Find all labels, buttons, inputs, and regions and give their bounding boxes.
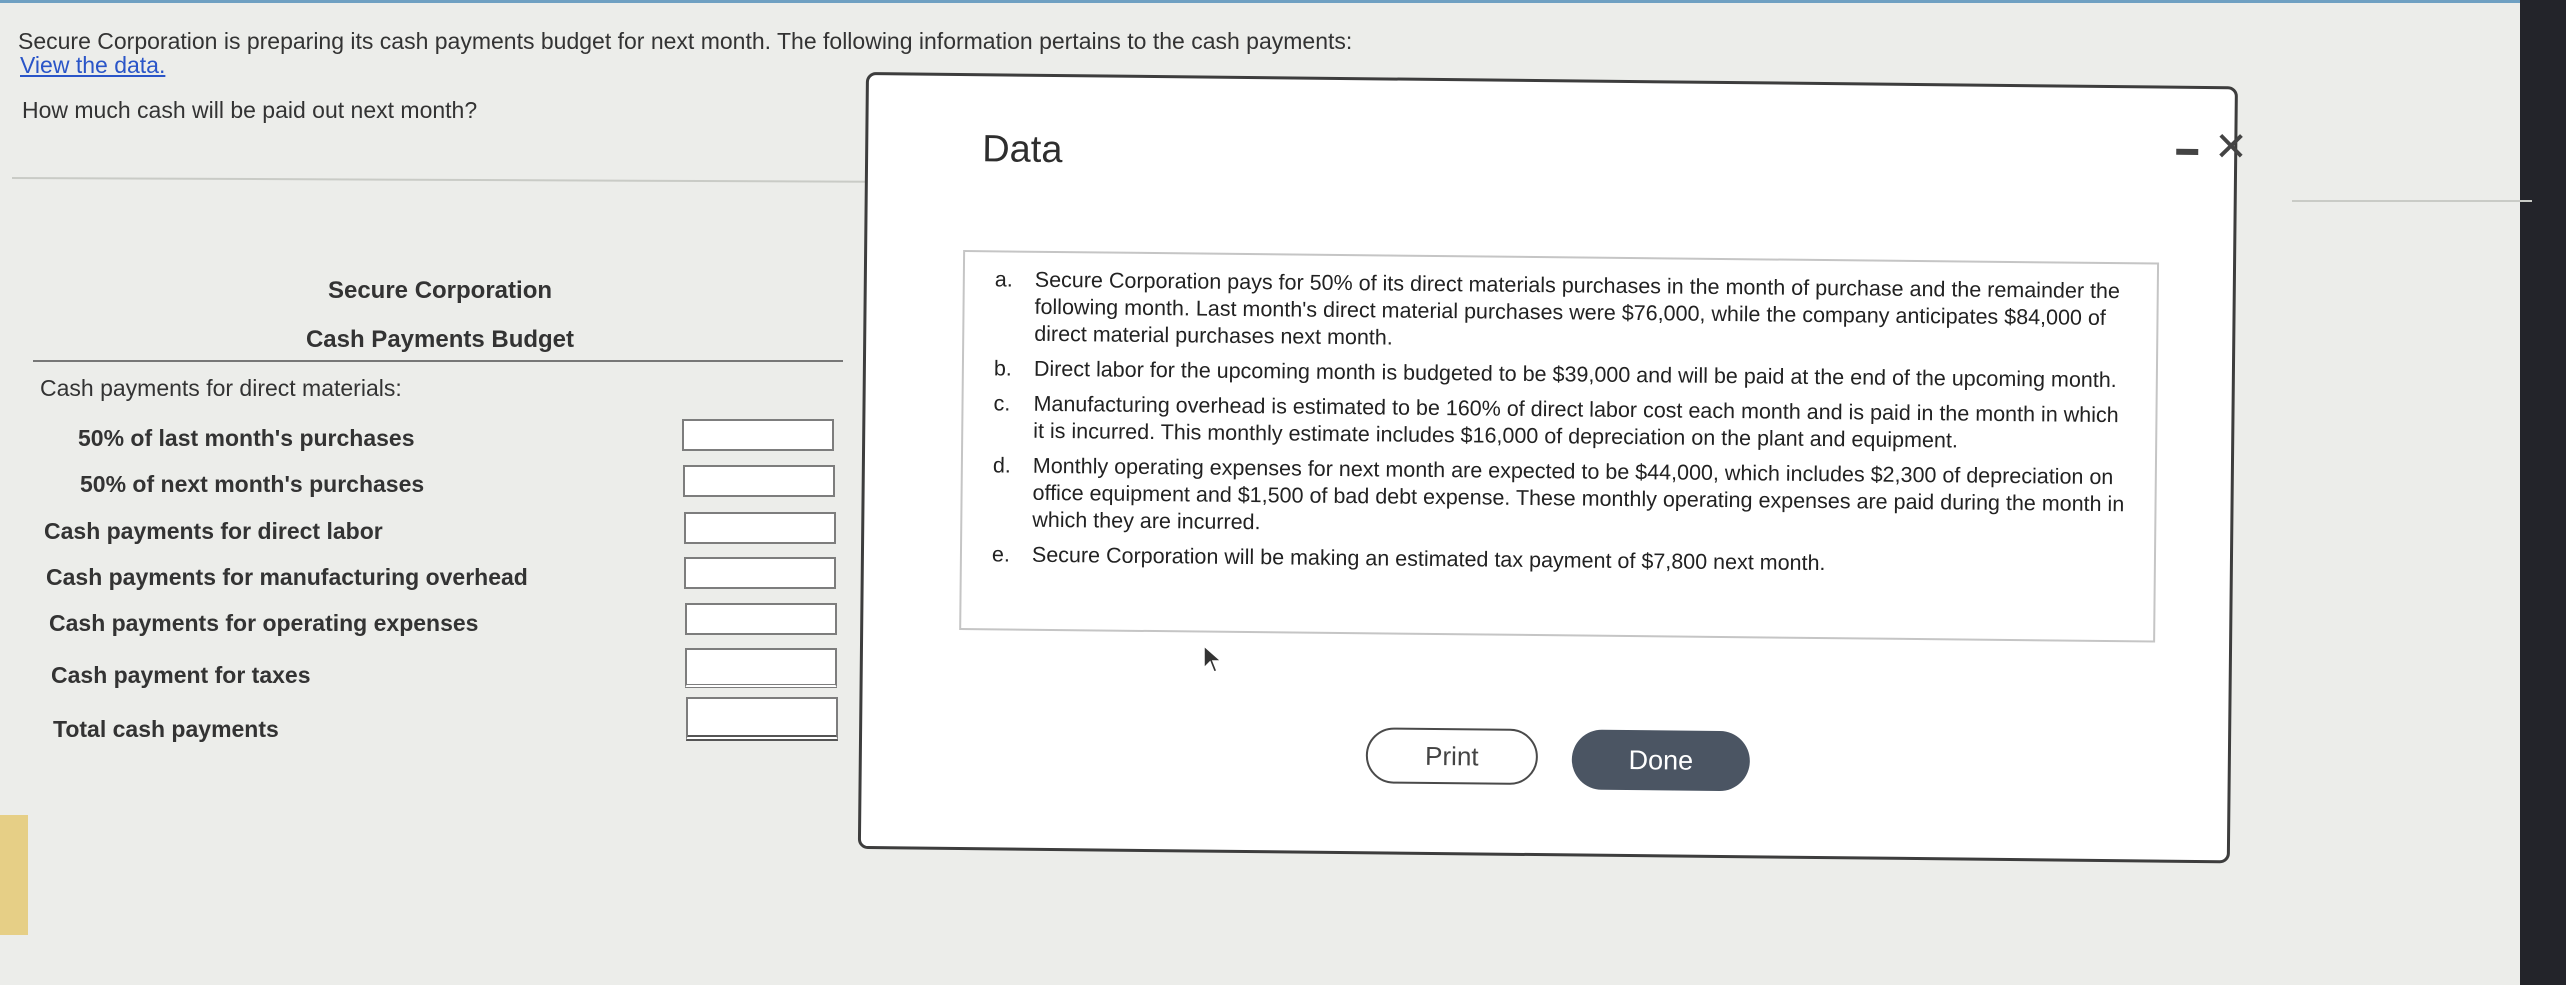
left-edge-highlight [0, 815, 28, 935]
budget-header-rule [33, 360, 843, 362]
screen-right-edge [2520, 0, 2566, 985]
row-label-direct-materials: Cash payments for direct materials: [40, 375, 402, 401]
done-button[interactable]: Done [1571, 729, 1751, 792]
last-month-purchases-input[interactable] [682, 419, 834, 451]
dialog-title: Data [981, 128, 1063, 172]
page-top-line [0, 0, 2566, 3]
row-label-manufacturing-overhead: Cash payments for manufacturing overhead [46, 564, 528, 590]
data-item-e: e. Secure Corporation will be making an … [991, 542, 1826, 576]
data-info-box: a. Secure Corporation pays for 50% of it… [959, 250, 2160, 643]
row-label-direct-labor: Cash payments for direct labor [44, 518, 383, 544]
data-list: a. Secure Corporation pays for 50% of it… [962, 266, 2155, 588]
row-label-taxes: Cash payment for taxes [51, 662, 311, 688]
mouse-cursor-icon [1203, 644, 1223, 673]
taxes-input[interactable] [685, 648, 837, 688]
row-label-operating-expenses: Cash payments for operating expenses [49, 610, 479, 636]
budget-title: Cash Payments Budget [305, 326, 575, 353]
question-text: How much cash will be paid out next mont… [22, 97, 478, 123]
minimize-icon[interactable] [2176, 148, 2199, 155]
next-month-purchases-input[interactable] [683, 465, 835, 497]
view-data-link[interactable]: View the data. [20, 52, 165, 79]
operating-expenses-input[interactable] [685, 603, 837, 635]
data-item-b: b. Direct labor for the upcoming month i… [993, 356, 2117, 393]
manufacturing-overhead-input[interactable] [684, 557, 836, 589]
section-divider [11, 177, 872, 183]
row-label-next-month-purchases: 50% of next month's purchases [80, 471, 425, 497]
row-label-total-cash-payments: Total cash payments [53, 716, 279, 742]
close-icon[interactable]: ✕ [2214, 125, 2248, 169]
intro-text: Secure Corporation is preparing its cash… [18, 28, 1353, 54]
budget-company-name: Secure Corporation [327, 277, 553, 304]
row-label-last-month-purchases: 50% of last month's purchases [78, 425, 415, 451]
data-item-c: c. Manufacturing overhead is estimated t… [993, 391, 2119, 453]
print-button[interactable]: Print [1365, 727, 1539, 786]
data-dialog: Data ✕ a. Secure Corporation pays for 50… [857, 72, 2248, 864]
data-item-a: a. Secure Corporation pays for 50% of it… [994, 267, 2121, 350]
section-divider-right [2292, 200, 2532, 202]
total-cash-payments-input[interactable] [686, 697, 838, 741]
data-item-d: d. Monthly operating expenses for next m… [992, 453, 2125, 535]
direct-labor-input[interactable] [684, 512, 836, 544]
